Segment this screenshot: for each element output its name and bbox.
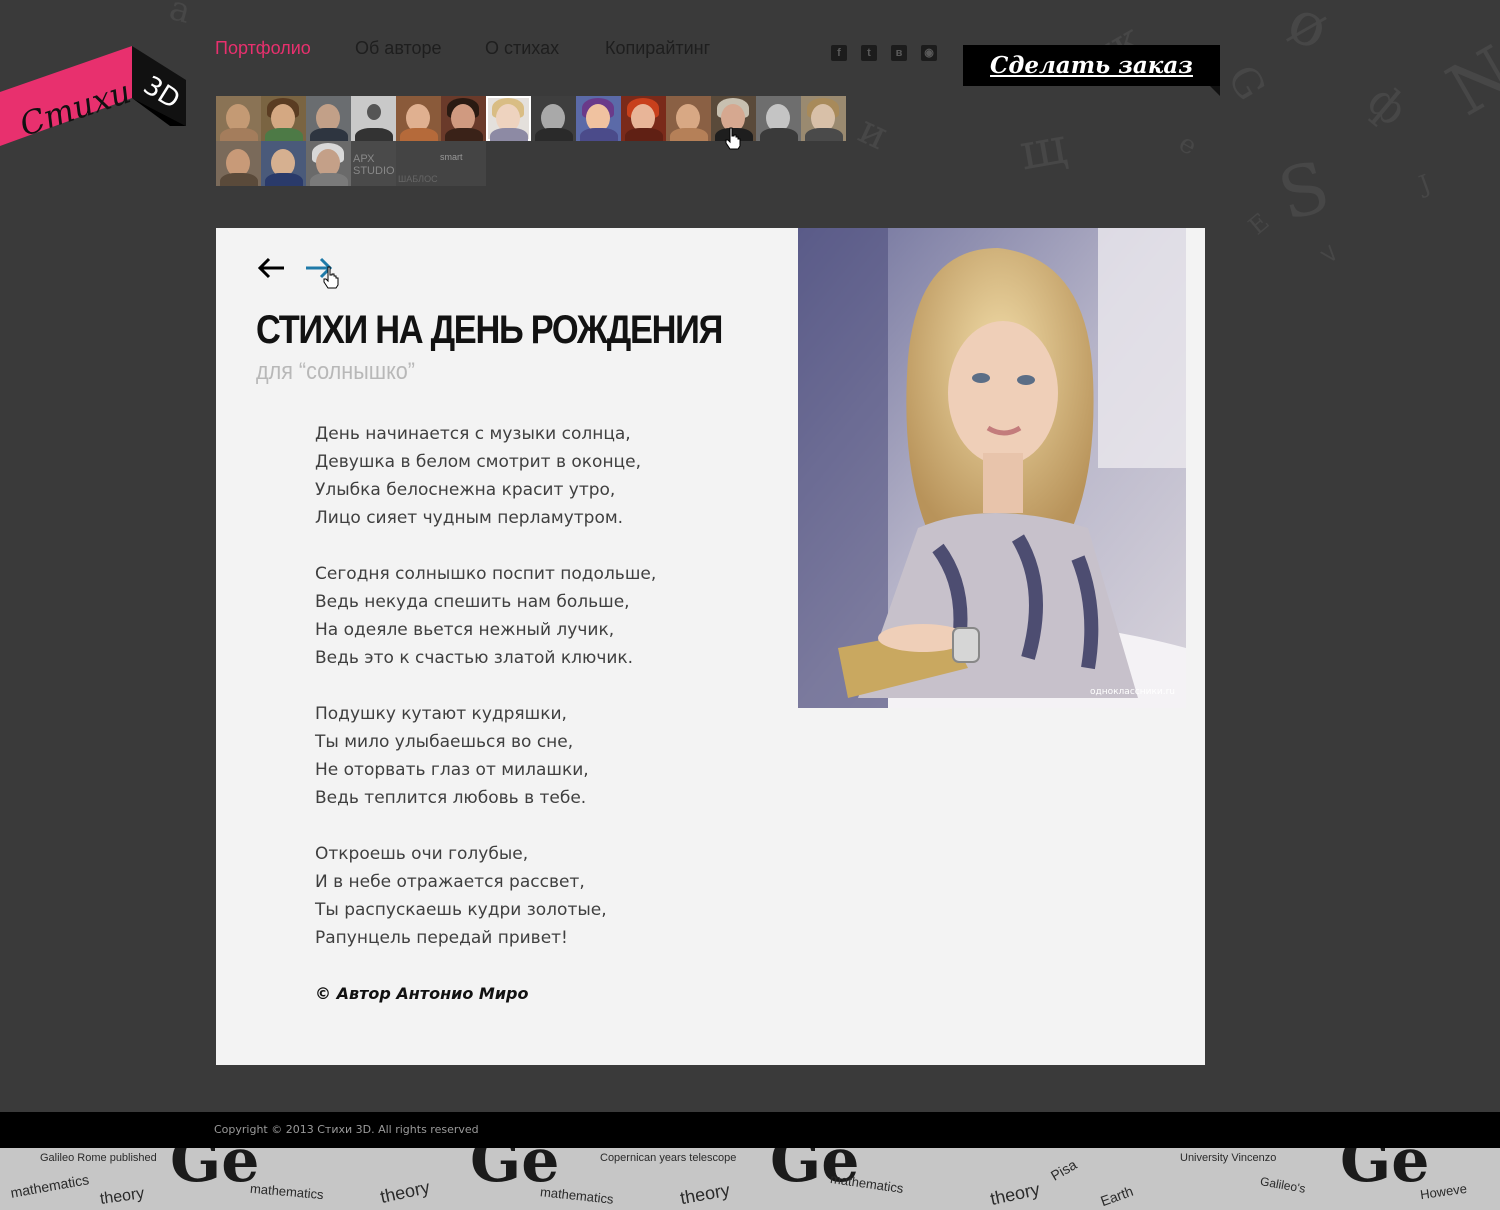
page-title: Стихи на день рождения <box>256 308 723 352</box>
poem-author: © Автор Антонио Миро <box>315 984 529 1003</box>
poem: День начинается с музыки солнца, Девушка… <box>315 420 755 980</box>
twitter-icon[interactable]: t <box>861 45 877 61</box>
prev-arrow-icon[interactable] <box>256 256 290 280</box>
poem-line: Ты мило улыбаешься во сне, <box>315 732 574 752</box>
poem-line: День начинается с музыки солнца, <box>315 424 631 444</box>
order-button-label: Сделать заказ <box>990 52 1193 79</box>
thumbnail[interactable] <box>441 96 486 141</box>
thumbnail-partner-label: smart <box>440 152 463 162</box>
poem-line: Подушку кутают кудряшки, <box>315 704 567 724</box>
rss-icon[interactable]: ◉ <box>921 45 937 61</box>
thumbnail[interactable] <box>396 96 441 141</box>
thumbnail[interactable] <box>351 96 396 141</box>
thumbnail[interactable] <box>576 96 621 141</box>
poem-line: Девушка в белом смотрит в оконце, <box>315 452 641 472</box>
poem-line: Ты распускаешь кудри золотые, <box>315 900 607 920</box>
poem-line: Рапунцель передай привет! <box>315 928 568 948</box>
thumbnail[interactable] <box>666 96 711 141</box>
thumbnail[interactable] <box>621 96 666 141</box>
poem-line: Не оторвать глаз от милашки, <box>315 760 589 780</box>
nav-item-copywriting[interactable]: Копирайтинг <box>605 38 710 59</box>
thumbnail[interactable]: АРХ STUDIO <box>351 141 396 186</box>
thumbnail[interactable] <box>261 141 306 186</box>
poem-line: На одеяле вьется нежный лучик, <box>315 620 615 640</box>
next-arrow-icon[interactable] <box>302 256 336 280</box>
nav-item-portfolio[interactable]: Портфолио <box>215 38 311 59</box>
order-button[interactable]: Сделать заказ <box>963 45 1220 96</box>
thumbnail[interactable] <box>261 96 306 141</box>
footer: Copyright © 2013 Стихи 3D. All rights re… <box>0 1112 1500 1148</box>
poem-stanza: Сегодня солнышко поспит подольше, Ведь н… <box>315 560 755 672</box>
poem-line: Ведь теплится любовь в тебе. <box>315 788 587 808</box>
poem-line: Откроешь очи голубые, <box>315 844 529 864</box>
page-subtitle: для “солнышко” <box>256 358 415 385</box>
vkontakte-icon[interactable]: в <box>891 45 907 61</box>
poem-stanza: Откроешь очи голубые, И в небе отражаетс… <box>315 840 755 952</box>
poem-stanza: День начинается с музыки солнца, Девушка… <box>315 420 755 532</box>
photo-watermark: одноклассники.ru <box>1090 687 1175 697</box>
thumbnail[interactable] <box>216 141 261 186</box>
thumbnail-partner-sub: ШАБЛОС <box>398 174 438 184</box>
thumbnail[interactable] <box>306 141 351 186</box>
poem-line: Сегодня солнышко поспит подольше, <box>315 564 657 584</box>
site-logo[interactable]: Стихи 3D <box>0 40 190 150</box>
thumbnail[interactable] <box>711 96 756 141</box>
poem-line: Лицо сияет чудным перламутром. <box>315 508 624 528</box>
nav-item-about-author[interactable]: Об авторе <box>355 38 442 59</box>
facebook-icon[interactable]: f <box>831 45 847 61</box>
content-panel: Стихи на день рождения для “солнышко” Де… <box>216 228 1205 1065</box>
thumbnail-active[interactable] <box>486 96 531 141</box>
thumbnail[interactable] <box>756 96 801 141</box>
thumbnail[interactable] <box>531 96 576 141</box>
thumbnail[interactable] <box>306 96 351 141</box>
poem-line: И в небе отражается рассвет, <box>315 872 585 892</box>
poem-stanza: Подушку кутают кудряшки, Ты мило улыбаеш… <box>315 700 755 812</box>
nav-item-about-poems[interactable]: О стихах <box>485 38 559 59</box>
poem-line: Улыбка белоснежна красит утро, <box>315 480 616 500</box>
poem-line: Ведь некуда спешить нам больше, <box>315 592 630 612</box>
footer-pattern: Ge Ge Ge Ge mathematics theory mathemati… <box>0 1148 1500 1210</box>
thumbnail-partner[interactable]: smart ШАБЛОС <box>396 141 486 186</box>
order-button-fold <box>1210 86 1220 96</box>
footer-copyright: Copyright © 2013 Стихи 3D. All rights re… <box>214 1123 479 1136</box>
poem-line: Ведь это к счастью златой ключик. <box>315 648 634 668</box>
thumbnail[interactable] <box>801 96 846 141</box>
thumbnail[interactable] <box>216 96 261 141</box>
thumbnail-studio-label: АРХ STUDIO <box>353 153 395 177</box>
portrait-photo: одноклассники.ru <box>798 228 1186 708</box>
